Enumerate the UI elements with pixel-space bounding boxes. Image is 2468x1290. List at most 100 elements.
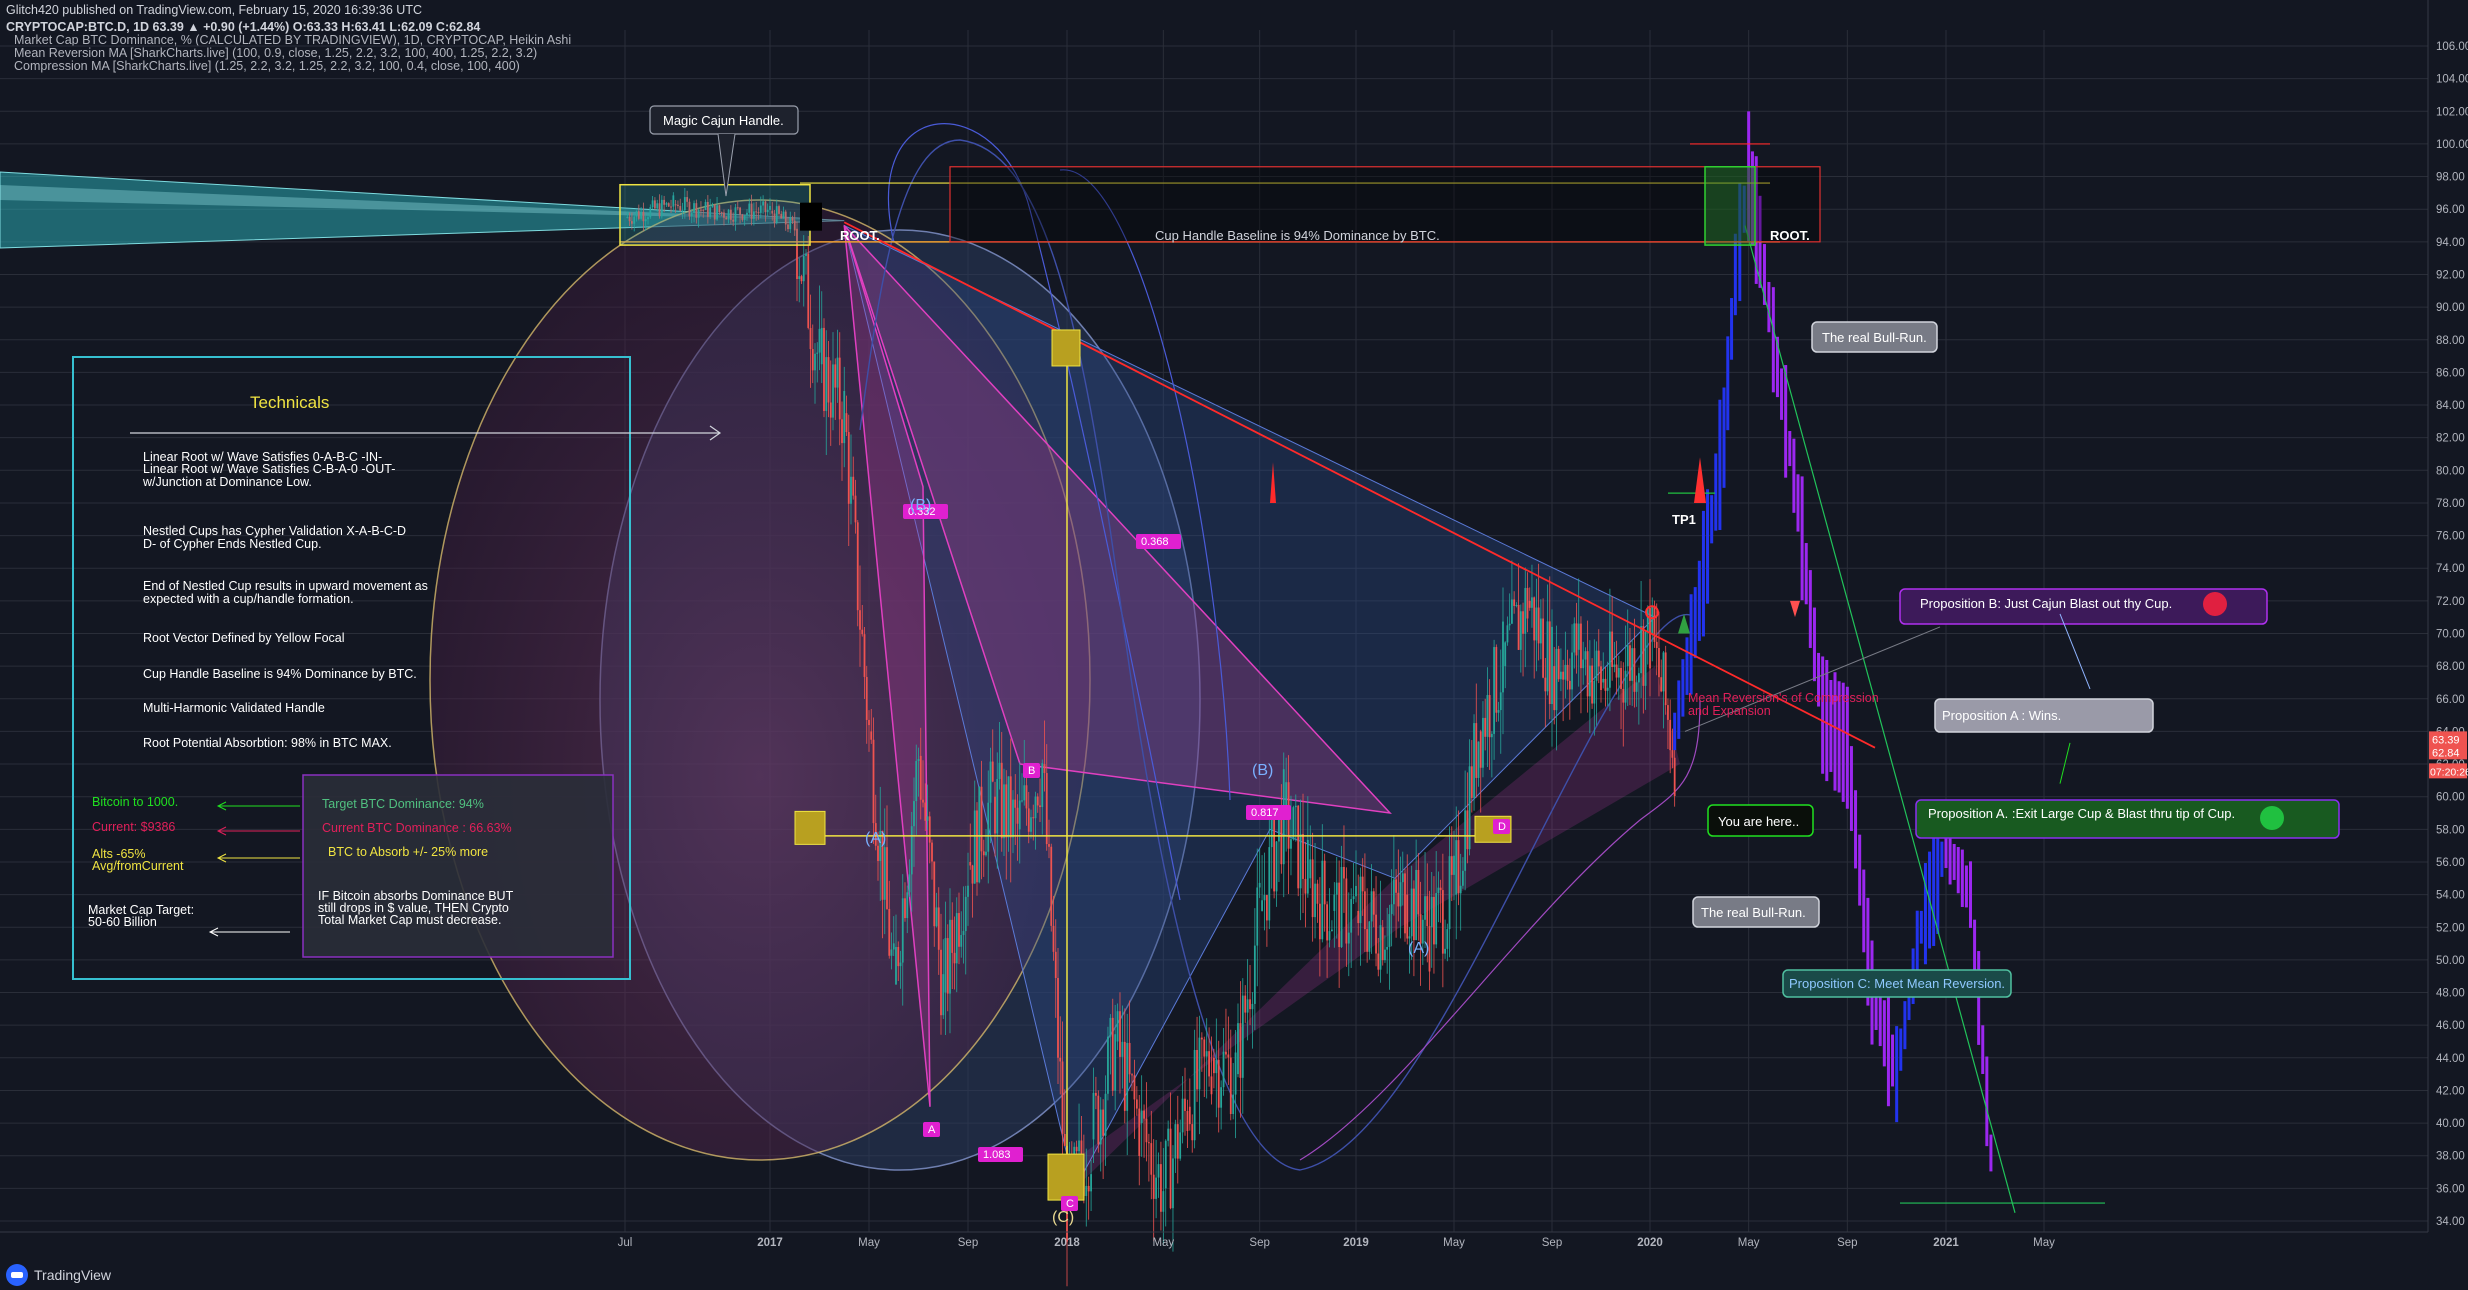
x-mark-icon	[2203, 592, 2227, 616]
price-label-text-close: 62.84	[2432, 747, 2460, 759]
candle-body	[973, 810, 976, 884]
candle-body	[1123, 1041, 1126, 1111]
technicals-line: expected with a cup/handle formation.	[143, 592, 354, 606]
candle-body	[1615, 664, 1618, 678]
candle-body	[951, 919, 954, 953]
label-wave-b2: (B)	[1252, 762, 1273, 779]
candle-body	[1381, 927, 1384, 961]
candle-body	[1012, 799, 1014, 838]
candle-body	[1511, 599, 1513, 624]
candle-body	[976, 810, 978, 883]
countdown-text: 07:20:26	[2430, 766, 2468, 778]
candle-body	[1150, 1143, 1153, 1175]
candle-body	[1544, 677, 1547, 692]
candle-body	[1061, 1061, 1064, 1135]
candle-body	[1635, 682, 1638, 692]
candle-body	[872, 739, 875, 824]
tech-alts-2: Avg/fromCurrent	[92, 859, 184, 873]
candle-body	[969, 861, 972, 866]
label-wave-a1: (A)	[865, 830, 886, 847]
candle-body	[1268, 847, 1271, 921]
time-tick-label: 2020	[1637, 1237, 1663, 1249]
candle-body	[892, 943, 895, 950]
candle-body	[1548, 621, 1551, 705]
candle-body	[949, 919, 951, 994]
candle-body	[890, 949, 893, 956]
technicals-line: End of Nestled Cup results in upward mov…	[143, 579, 428, 593]
candle-body	[1030, 817, 1032, 832]
candle-body	[1430, 896, 1433, 928]
candle-body	[1217, 1059, 1220, 1108]
candle-body	[1350, 899, 1353, 933]
candle-body	[1003, 784, 1005, 839]
candle-body	[908, 874, 911, 893]
candle-body	[1364, 891, 1366, 930]
candle-body	[1490, 733, 1493, 738]
candle-body	[1263, 895, 1266, 901]
candle-body	[1595, 650, 1598, 681]
candle-body	[1673, 757, 1676, 797]
candle-body	[827, 357, 830, 403]
candle-body	[1225, 1051, 1227, 1055]
projection-candle	[1685, 637, 1689, 695]
candle-body	[861, 629, 864, 635]
candle-body	[1323, 860, 1326, 905]
candle-body	[1506, 625, 1509, 643]
candle-body	[1651, 605, 1654, 634]
projection-candle	[1701, 510, 1705, 637]
price-tick-label: 92.00	[2436, 269, 2465, 281]
tradingview-brand[interactable]: TradingView	[6, 1264, 111, 1286]
projection-candle	[1730, 298, 1734, 360]
candle-body	[982, 851, 985, 856]
price-tick-label: 90.00	[2436, 302, 2465, 314]
candle-body	[1593, 680, 1596, 704]
root-box-left	[619, 183, 811, 246]
price-chart[interactable]: Magic Cajun Handle. ROOT. ROOT. Cup Handle …	[0, 0, 2468, 1290]
price-tick-label: 84.00	[2436, 400, 2465, 412]
down-arrow-icon	[1790, 600, 1800, 618]
label-point-b: B	[1028, 765, 1035, 777]
candle-body	[1370, 891, 1373, 922]
price-tick-label: 104.00	[2436, 74, 2468, 86]
price-tick-label: 68.00	[2436, 661, 2465, 673]
candle-body	[1205, 1051, 1208, 1057]
projection-candle	[1932, 826, 1936, 946]
label-fib-0368: 0.368	[1141, 536, 1169, 548]
projection-candles	[1673, 111, 1993, 1172]
candle-body	[1519, 611, 1522, 650]
candle-body	[1290, 839, 1292, 849]
time-tick-label: May	[1738, 1237, 1760, 1249]
label-magic-cajun: Magic Cajun Handle.	[663, 113, 784, 128]
candle-body	[1140, 1110, 1143, 1124]
candle-body	[818, 328, 821, 353]
candle-body	[1644, 631, 1647, 686]
label-fib-1083: 1.083	[983, 1149, 1011, 1161]
label-prop-b: Proposition B: Just Cajun Blast out thy …	[1920, 596, 2172, 611]
candle-body	[1482, 717, 1484, 768]
candle-body	[1253, 945, 1256, 1004]
candle-body	[897, 947, 900, 967]
candle-body	[1059, 1057, 1062, 1062]
check-mark-icon	[2260, 806, 2284, 830]
candle-body	[1515, 604, 1518, 606]
projection-candle	[1677, 680, 1681, 739]
candle-body	[1477, 741, 1480, 778]
candle-body	[800, 276, 803, 282]
candle-body	[1145, 1118, 1148, 1143]
candle-body	[1537, 607, 1540, 644]
candle-body	[1126, 1042, 1129, 1111]
label-root-left: ROOT.	[840, 228, 880, 243]
candle-body	[1586, 651, 1589, 697]
candle-body	[1179, 1132, 1182, 1159]
candle-body	[1426, 896, 1429, 927]
candle-body	[1109, 1017, 1112, 1037]
candle-body	[1642, 626, 1645, 686]
candle-body	[1133, 1075, 1136, 1100]
candle-body	[1085, 1185, 1088, 1196]
candle-body	[1181, 1098, 1184, 1133]
price-tick-label: 76.00	[2436, 531, 2465, 543]
projection-candle	[1673, 712, 1677, 751]
arrow-down-blue	[2059, 613, 2091, 690]
candle-body	[1444, 948, 1446, 954]
candle-body	[1479, 731, 1482, 768]
